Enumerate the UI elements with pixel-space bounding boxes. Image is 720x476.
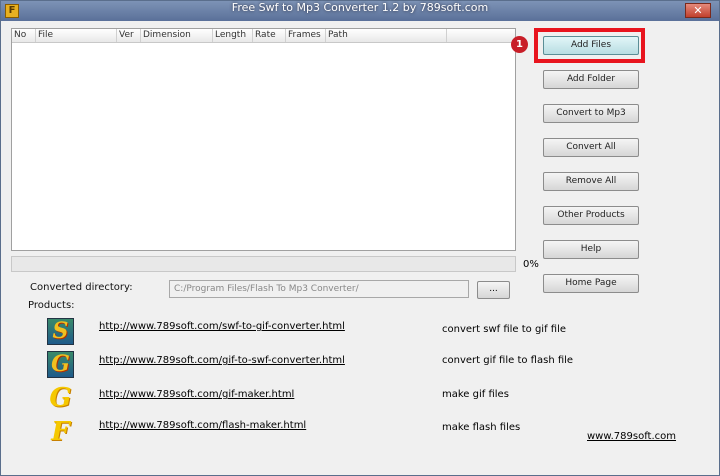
column-header-dimension[interactable]: Dimension xyxy=(141,29,213,42)
flash-maker-product-icon[interactable]: F xyxy=(47,419,74,446)
gif-maker-description: make gif files xyxy=(442,389,509,400)
progress-bar xyxy=(11,256,516,272)
file-list-header: No File Ver Dimension Length Rate Frames… xyxy=(12,29,515,43)
convert-all-button[interactable]: Convert All xyxy=(543,138,639,157)
add-files-button[interactable]: Add Files xyxy=(543,36,639,55)
gif-to-swf-link[interactable]: http://www.789soft.com/gif-to-swf-conver… xyxy=(99,355,345,366)
column-header-frames[interactable]: Frames xyxy=(286,29,326,42)
close-button[interactable]: ✕ xyxy=(685,3,711,18)
add-folder-button[interactable]: Add Folder xyxy=(543,70,639,89)
file-list[interactable]: No File Ver Dimension Length Rate Frames… xyxy=(11,28,516,251)
remove-all-button[interactable]: Remove All xyxy=(543,172,639,191)
browse-button[interactable]: ... xyxy=(477,281,510,299)
other-products-button[interactable]: Other Products xyxy=(543,206,639,225)
converted-directory-label: Converted directory: xyxy=(30,282,133,293)
window-title: Free Swf to Mp3 Converter 1.2 by 789soft… xyxy=(231,1,489,14)
gif-to-swf-description: convert gif file to flash file xyxy=(442,355,574,366)
site-link[interactable]: www.789soft.com xyxy=(587,431,676,442)
gif-to-swf-product-icon[interactable]: G xyxy=(47,351,74,378)
home-page-button[interactable]: Home Page xyxy=(543,274,639,293)
column-header-path[interactable]: Path xyxy=(326,29,447,42)
convert-to-mp3-button[interactable]: Convert to Mp3 xyxy=(543,104,639,123)
column-header-file[interactable]: File xyxy=(36,29,117,42)
column-header-no[interactable]: No xyxy=(12,29,36,42)
column-header-ver[interactable]: Ver xyxy=(117,29,141,42)
column-header-length[interactable]: Length xyxy=(213,29,253,42)
gif-maker-link[interactable]: http://www.789soft.com/gif-maker.html xyxy=(99,389,294,400)
swf-to-gif-link[interactable]: http://www.789soft.com/swf-to-gif-conver… xyxy=(99,321,345,332)
products-label: Products: xyxy=(28,300,75,311)
step-badge: 1 xyxy=(511,36,528,53)
progress-percent: 0% xyxy=(523,259,539,270)
column-header-rate[interactable]: Rate xyxy=(253,29,286,42)
help-button[interactable]: Help xyxy=(543,240,639,259)
flash-maker-link[interactable]: http://www.789soft.com/flash-maker.html xyxy=(99,420,306,431)
flash-maker-description: make flash files xyxy=(442,422,521,433)
title-bar: F Free Swf to Mp3 Converter 1.2 by 789so… xyxy=(1,1,719,21)
swf-to-gif-product-icon[interactable]: S xyxy=(47,318,74,345)
converted-directory-field[interactable]: C:/Program Files/Flash To Mp3 Converter/ xyxy=(169,280,469,298)
app-window: F Free Swf to Mp3 Converter 1.2 by 789so… xyxy=(0,0,720,476)
swf-to-gif-description: convert swf file to gif file xyxy=(442,324,567,335)
gif-maker-product-icon[interactable]: G xyxy=(47,385,74,412)
